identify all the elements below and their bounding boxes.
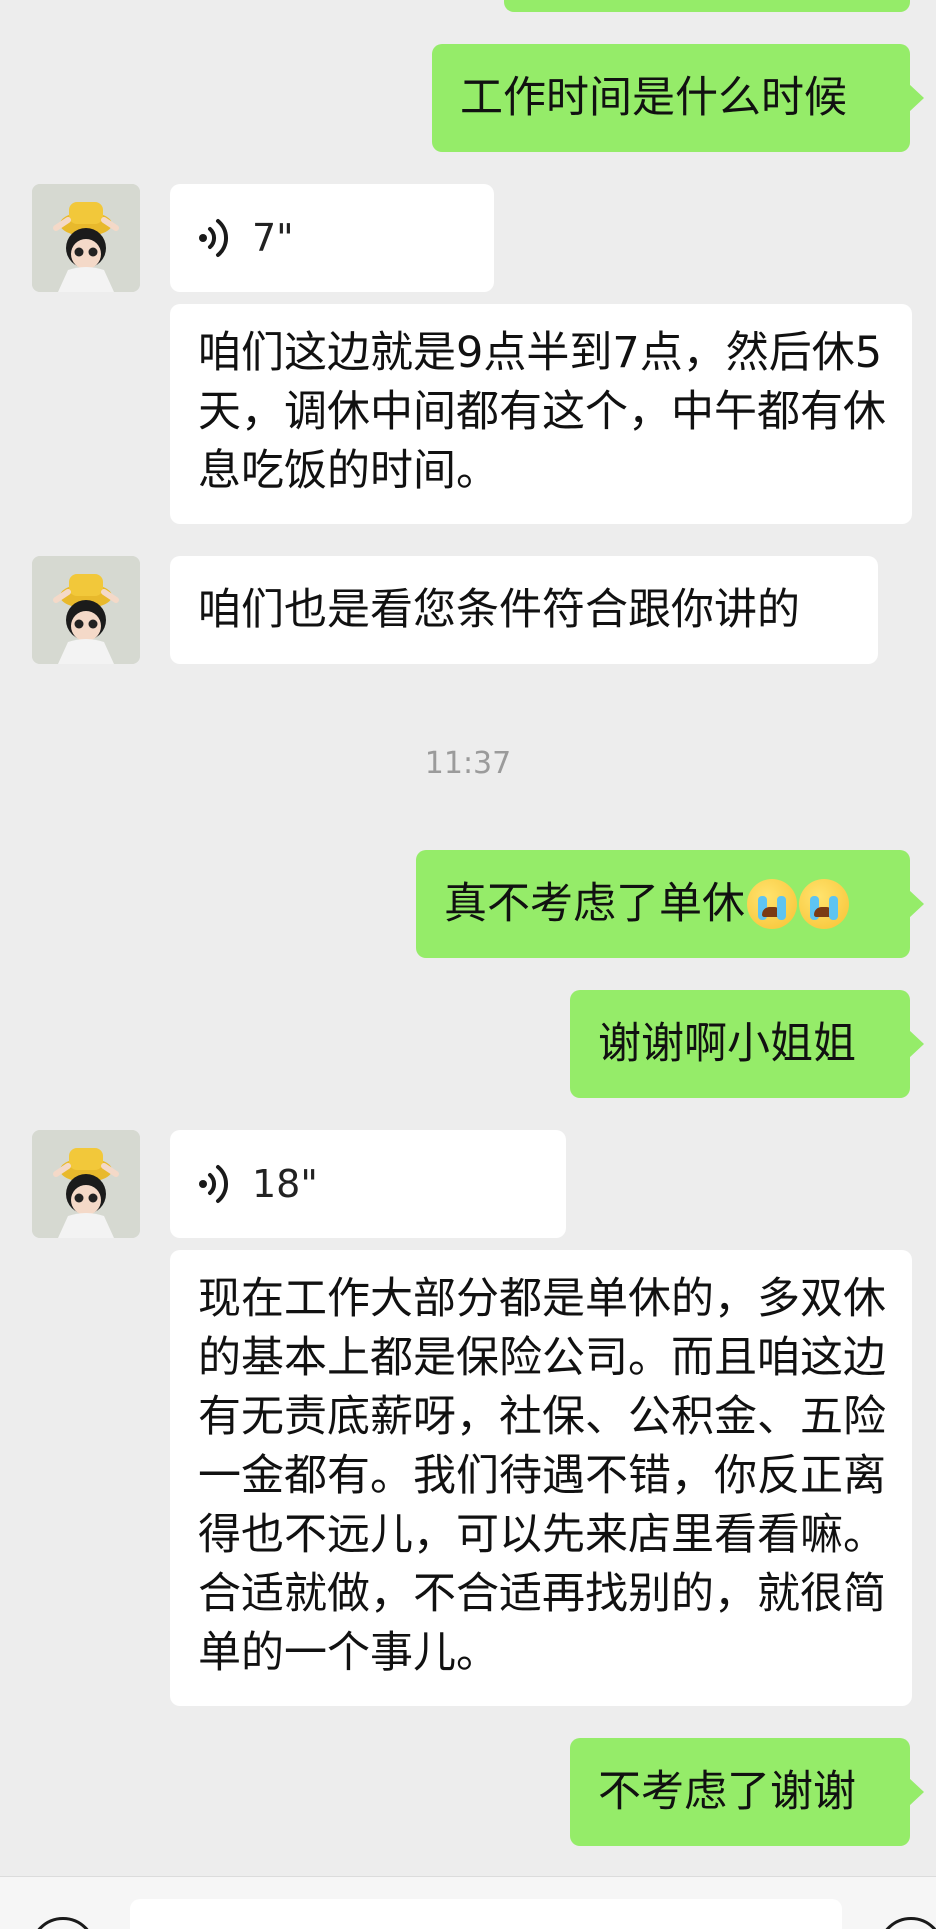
message-bubble-outgoing[interactable]: 真不考虑了单休 — [416, 850, 924, 958]
voice-duration: 7" — [252, 215, 294, 260]
more-options-icon[interactable] — [878, 1917, 936, 1929]
message-bubble-incoming[interactable]: 现在工作大部分都是单休的，多双休的基本上都是保险公司。而且咱这边有无责底薪呀，社… — [170, 1250, 912, 1706]
chat-screen: 工作时间是什么时候 7" 咱们这边就是9点半到7点，然后休5天，调休中间都有这个… — [0, 0, 936, 1929]
message-text: 工作时间是什么时候 — [460, 72, 847, 123]
message-text: 真不考虑了单休 — [444, 878, 745, 929]
message-text: 现在工作大部分都是单休的，多双休的基本上都是保险公司。而且咱这边有无责底薪呀，社… — [198, 1274, 886, 1678]
message-text: 咱们这边就是9点半到7点，然后休5天，调休中间都有这个，中午都有休息吃饭的时间。 — [198, 328, 886, 496]
voice-message-bubble[interactable]: 7" — [170, 184, 494, 292]
contact-avatar[interactable] — [32, 1130, 140, 1238]
message-bubble-incoming[interactable]: 咱们这边就是9点半到7点，然后休5天，调休中间都有这个，中午都有休息吃饭的时间。 — [170, 304, 912, 524]
voice-duration: 18" — [252, 1161, 318, 1206]
message-bubble-outgoing[interactable]: 工作时间是什么时候 — [432, 44, 924, 152]
crying-face-emoji-icon — [799, 879, 849, 929]
message-text: 咱们也是看您条件符合跟你讲的 — [198, 584, 800, 635]
voice-message-bubble[interactable]: 18" — [170, 1130, 566, 1238]
message-input[interactable] — [130, 1899, 842, 1929]
message-bubble-outgoing[interactable]: 谢谢啊小姐姐 — [570, 990, 924, 1098]
message-bubble-clipped[interactable] — [504, 0, 910, 12]
chat-timestamp: 11:37 — [424, 746, 512, 781]
message-input-bar — [0, 1876, 936, 1929]
crying-face-emoji-icon — [747, 879, 797, 929]
contact-avatar[interactable] — [32, 184, 140, 292]
message-bubble-outgoing[interactable]: 不考虑了谢谢 — [570, 1738, 924, 1846]
voice-wave-icon — [199, 1165, 229, 1203]
voice-wave-icon — [199, 219, 229, 257]
message-bubble-incoming[interactable]: 咱们也是看您条件符合跟你讲的 — [170, 556, 878, 664]
message-text: 不考虑了谢谢 — [598, 1766, 856, 1817]
voice-input-icon[interactable] — [30, 1917, 96, 1929]
contact-avatar[interactable] — [32, 556, 140, 664]
message-text: 谢谢啊小姐姐 — [598, 1018, 856, 1069]
